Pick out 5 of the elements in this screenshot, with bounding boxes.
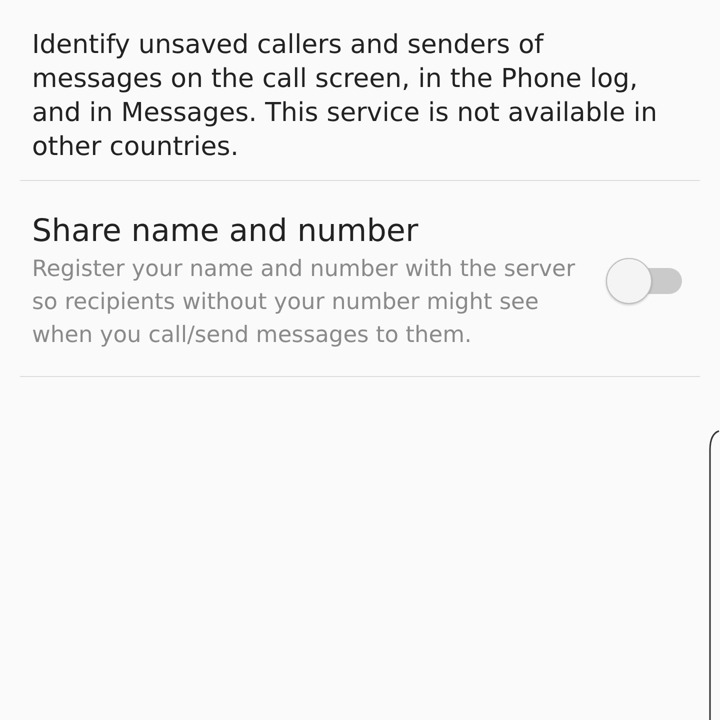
setting-description: Register your name and number with the server so recipients without your number might see when you call/send messages to them. xyxy=(32,255,576,350)
description-text: Identify unsaved callers and senders of messages on the call screen, in the Phone log, and in Messages. This service is not available in other countries. xyxy=(31,29,658,164)
setting-title: Share name and number xyxy=(32,212,420,251)
toggle-switch[interactable] xyxy=(606,258,682,304)
edge-handle-icon[interactable] xyxy=(708,430,720,720)
